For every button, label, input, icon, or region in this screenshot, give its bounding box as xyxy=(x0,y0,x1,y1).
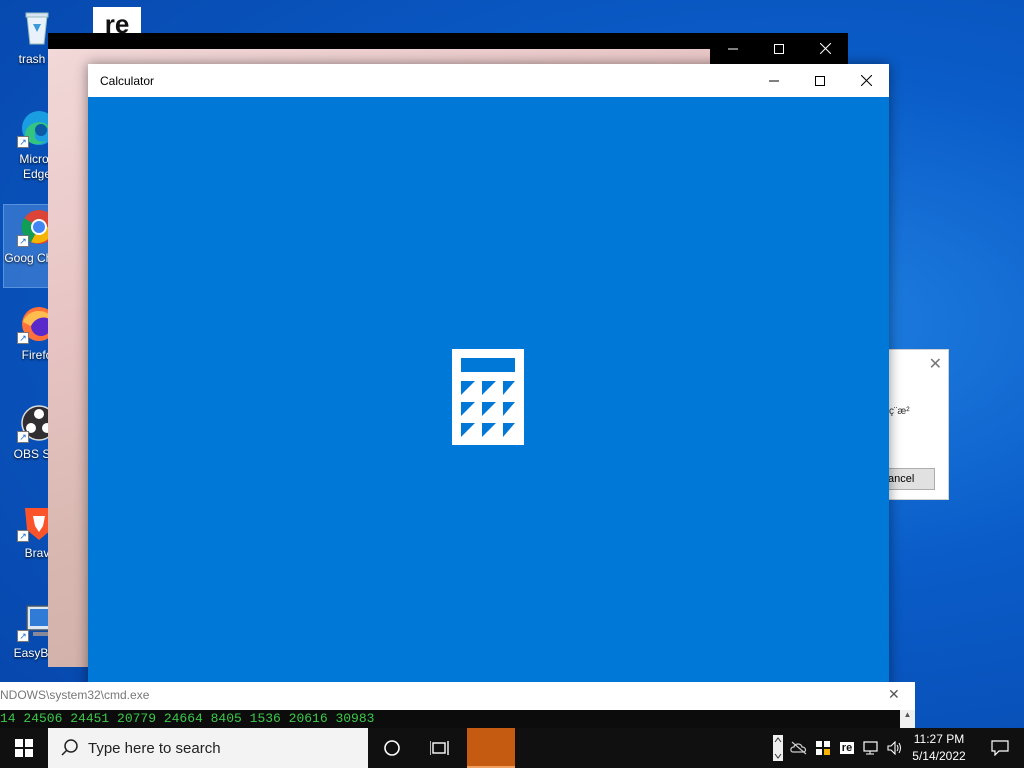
task-view-button[interactable] xyxy=(416,728,464,768)
calculator-splash-icon xyxy=(452,349,524,445)
re-app-icon[interactable]: re xyxy=(93,7,141,33)
cmd-path: NDOWS\system32\cmd.exe xyxy=(0,688,150,702)
background-close-button[interactable] xyxy=(802,33,848,65)
search-placeholder: Type here to search xyxy=(88,739,221,757)
taskbar-search-box[interactable]: Type here to search xyxy=(48,728,368,768)
close-button[interactable] xyxy=(843,64,889,97)
maximize-button[interactable] xyxy=(797,64,843,97)
start-button[interactable] xyxy=(0,728,48,768)
onedrive-tray-icon[interactable] xyxy=(789,728,809,768)
dialog-close-icon[interactable]: ✕ xyxy=(929,354,942,374)
cmd-titlebar[interactable]: NDOWS\system32\cmd.exe ✕ xyxy=(0,682,915,710)
clock-date: 5/14/2022 xyxy=(912,749,966,763)
dialog-text: ç¨æ² xyxy=(889,406,910,417)
calculator-window: Calculator xyxy=(88,64,889,698)
shortcut-arrow-icon: ↗ xyxy=(17,431,29,443)
shortcut-arrow-icon: ↗ xyxy=(17,136,29,148)
network-tray-icon[interactable] xyxy=(860,728,882,768)
maximize-icon xyxy=(815,75,825,86)
shortcut-arrow-icon: ↗ xyxy=(17,630,29,642)
action-center-button[interactable] xyxy=(976,728,1024,768)
dialog-cancel-button[interactable]: ancel xyxy=(885,468,935,490)
shortcut-arrow-icon: ↗ xyxy=(17,530,29,542)
background-dialog: ✕ ç¨æ² ancel xyxy=(885,349,949,500)
shortcut-arrow-icon: ↗ xyxy=(17,235,29,247)
search-icon xyxy=(61,739,78,756)
cmd-window: NDOWS\system32\cmd.exe ✕ 14 24506 24451 … xyxy=(0,682,915,728)
close-icon xyxy=(819,42,831,55)
cortana-button[interactable] xyxy=(368,728,416,768)
minimize-icon xyxy=(728,48,738,50)
cmd-scrollbar[interactable]: ▲ xyxy=(900,710,915,728)
task-view-icon xyxy=(430,741,449,755)
taskbar: Type here to search re 11:27 PM 5/14/202… xyxy=(0,728,1024,768)
cmd-console-line: 14 24506 24451 20779 24664 8405 1536 206… xyxy=(0,710,900,728)
re-tray-text: re xyxy=(839,742,855,754)
chevron-up-down-icon xyxy=(773,735,783,761)
show-hidden-icons-button[interactable] xyxy=(768,728,788,768)
clock-time: 11:27 PM xyxy=(913,732,965,746)
windows-logo-icon xyxy=(15,739,33,757)
cmd-close-icon[interactable]: ✕ xyxy=(888,686,900,703)
background-maximize-button[interactable] xyxy=(756,33,802,65)
re-tray-icon[interactable]: re xyxy=(836,728,858,768)
calculator-titlebar[interactable]: Calculator xyxy=(88,64,889,97)
cortana-icon xyxy=(384,740,400,756)
maximize-icon xyxy=(774,44,784,54)
background-minimize-button[interactable] xyxy=(710,33,756,65)
minimize-button[interactable] xyxy=(751,64,797,97)
close-icon xyxy=(860,75,872,86)
taskbar-clock[interactable]: 11:27 PM 5/14/2022 xyxy=(908,731,970,765)
taskbar-app-button[interactable] xyxy=(467,728,515,768)
notification-icon xyxy=(991,740,1009,756)
window-title: Calculator xyxy=(100,73,155,88)
security-tray-icon[interactable] xyxy=(812,728,834,768)
shortcut-arrow-icon: ↗ xyxy=(17,332,29,344)
minimize-icon xyxy=(769,80,779,81)
volume-tray-icon[interactable] xyxy=(884,728,906,768)
